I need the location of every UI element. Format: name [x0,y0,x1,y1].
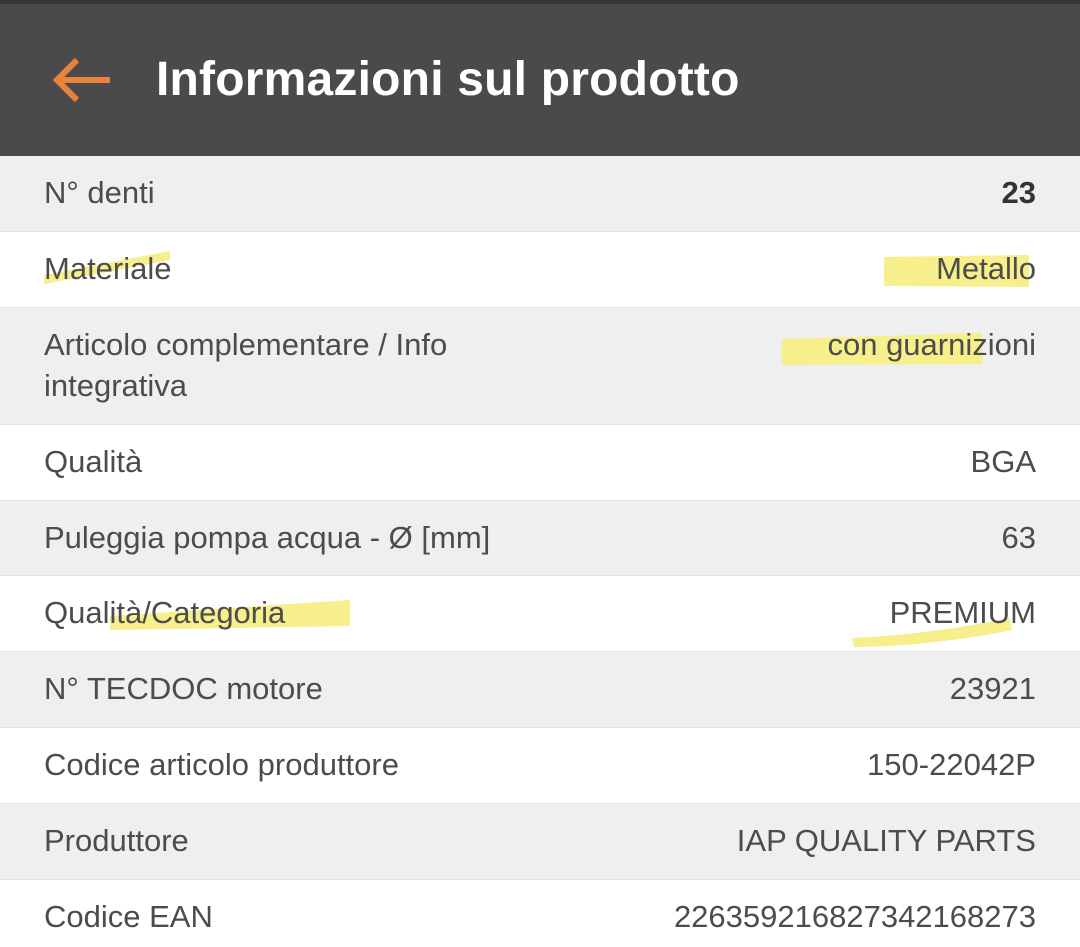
spec-value: 23 [1001,175,1036,210]
spec-label: Codice articolo produttore [44,747,399,783]
table-row: Qualità/Categoria PREMIUM [0,576,1080,653]
spec-value: Metallo [936,250,1036,286]
spec-label: Materiale [44,250,172,286]
table-row: Puleggia pompa acqua - Ø [mm] 63 [0,500,1080,577]
product-info-screen: Informazioni sul prodotto N° denti 23 Ma… [0,0,1080,947]
spec-label: Articolo complementare / Info integrativ… [44,326,448,403]
spec-value: BGA [970,443,1036,479]
product-spec-table: N° denti 23 Materiale Metallo Articolo c… [0,156,1080,947]
spec-label: Produttore [44,823,189,859]
page-title: Informazioni sul prodotto [156,53,740,106]
table-row: N° denti 23 [0,156,1080,232]
table-row: Qualità BGA [0,424,1080,501]
table-row: Produttore IAP QUALITY PARTS [0,804,1080,881]
spec-value: 226359216827342168273 [673,899,1036,935]
arrow-left-icon [53,57,113,103]
spec-value: PREMIUM [889,595,1036,631]
spec-value: 63 [1001,519,1036,555]
spec-value: con guarnizioni [827,326,1036,362]
table-row: N° TECDOC motore 23921 [0,652,1080,729]
table-row: Codice articolo produttore 150-22042P [0,728,1080,805]
spec-label: Qualità [44,443,143,479]
table-row: Codice EAN 226359216827342168273 [0,880,1080,947]
table-row: Articolo complementare / Info integrativ… [0,307,1080,425]
spec-label: Codice EAN [44,899,213,935]
spec-label: Qualità/Categoria [44,595,286,631]
spec-value: IAP QUALITY PARTS [736,823,1036,859]
back-button[interactable] [46,43,120,117]
app-bar: Informazioni sul prodotto [0,4,1080,156]
spec-label: Puleggia pompa acqua - Ø [mm] [44,519,491,555]
spec-value: 150-22042P [867,747,1036,783]
spec-value: 23921 [949,671,1036,707]
spec-label: N° TECDOC motore [44,671,323,707]
spec-label: N° denti [44,175,155,210]
table-row: Materiale Metallo [0,231,1080,308]
